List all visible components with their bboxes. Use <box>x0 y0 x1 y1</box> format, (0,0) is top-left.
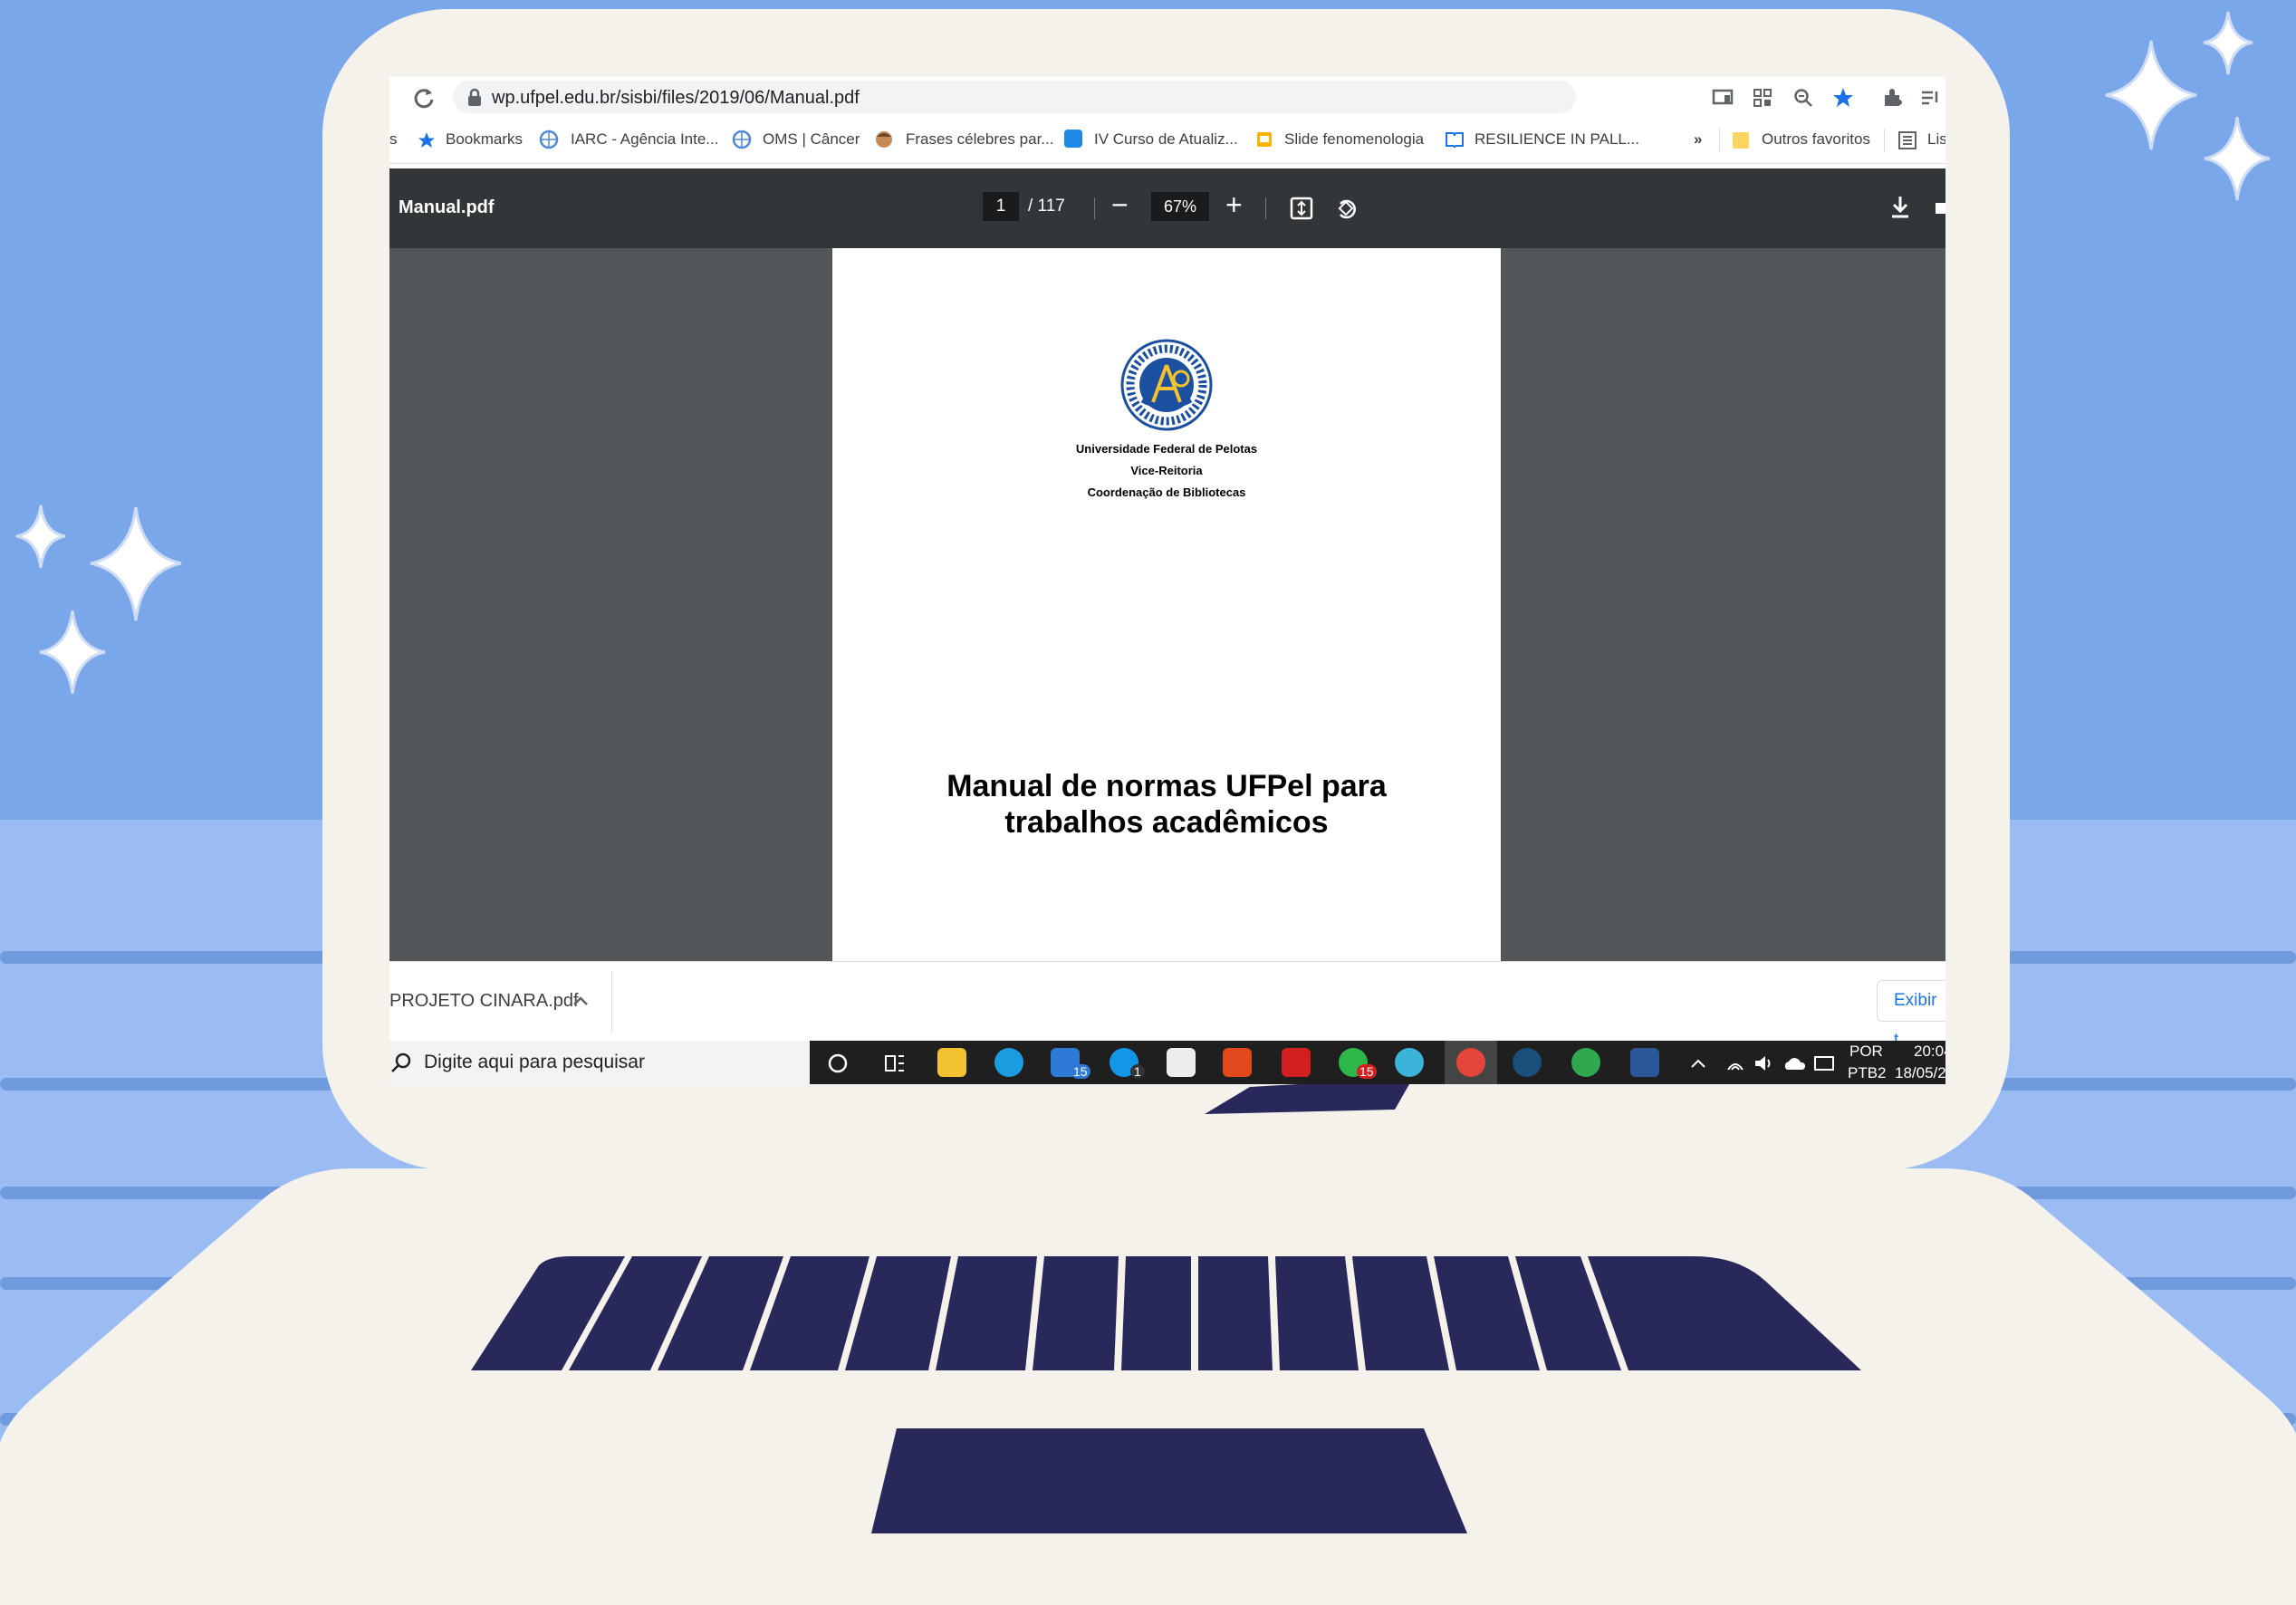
chrome-icon[interactable] <box>1456 1048 1485 1077</box>
bookmark-iv-curso[interactable]: IV Curso de Atualiz... <box>1094 130 1238 149</box>
cortana-icon[interactable] <box>826 1052 850 1075</box>
zoom-in-button[interactable]: + <box>1225 188 1243 222</box>
reading-list[interactable]: Lis <box>1927 130 1945 149</box>
other-favorites[interactable]: Outros favoritos <box>1762 130 1870 149</box>
taskbar-search-box[interactable]: Digite aqui para pesquisar <box>389 1041 810 1084</box>
laptop-base <box>0 1168 2296 1605</box>
institution-name: Universidade Federal de Pelotas <box>1075 442 1258 456</box>
qr-code-icon[interactable] <box>1753 88 1772 108</box>
chevron-up-icon[interactable] <box>1689 1055 1707 1072</box>
url-text[interactable]: wp.ufpel.edu.br/sisbi/files/2019/06/Manu… <box>492 88 860 109</box>
download-icon[interactable] <box>1888 194 1912 221</box>
laptop-screen: wp.ufpel.edu.br/sisbi/files/2019/06/Manu… <box>389 77 1945 1084</box>
whatsapp-badge: 15 <box>1357 1064 1377 1079</box>
qt-app-icon[interactable] <box>1395 1048 1424 1077</box>
folder-icon <box>1733 132 1749 149</box>
ufpel-seal-logo <box>1120 339 1213 431</box>
rotate-icon[interactable] <box>1333 195 1360 222</box>
bookmark-slide[interactable]: Slide fenomenologia <box>1284 130 1424 149</box>
sparkle-icon <box>2203 11 2253 75</box>
total-pages: / 117 <box>1028 197 1065 216</box>
divider <box>1719 129 1720 152</box>
bookmark-iarc[interactable]: IARC - Agência Inte... <box>571 130 718 149</box>
clock-date[interactable]: 18/05/2 <box>1895 1064 1945 1082</box>
search-placeholder: Digite aqui para pesquisar <box>424 1052 645 1072</box>
trackpad <box>871 1428 1467 1533</box>
toolbar-divider <box>1265 197 1266 219</box>
bookmark-star-icon[interactable] <box>1831 86 1855 110</box>
download-divider <box>611 971 612 1033</box>
search-icon <box>391 1052 411 1072</box>
cast-icon[interactable] <box>1712 88 1734 108</box>
mail-badge: 15 <box>1071 1064 1090 1079</box>
page-number-input[interactable]: 1 <box>983 192 1019 221</box>
book-icon <box>1446 132 1464 149</box>
steam-icon[interactable] <box>1513 1048 1542 1077</box>
ee-logo-icon <box>1064 130 1082 148</box>
lock-icon <box>468 88 481 106</box>
reading-list-icon <box>1898 131 1917 149</box>
green-app-icon[interactable] <box>1571 1048 1600 1077</box>
skype-badge: 1 <box>1130 1064 1145 1079</box>
department-2: Coordenação de Bibliotecas <box>1087 485 1246 499</box>
slides-icon <box>1257 132 1272 147</box>
sparkle-icon <box>15 505 66 569</box>
onedrive-icon[interactable] <box>1782 1054 1806 1072</box>
bookmark-bookmarks[interactable]: Bookmarks <box>446 130 523 149</box>
pdf-toolbar: Manual.pdf 1 / 117 − 67% + <box>389 168 1945 248</box>
language-line1[interactable]: POR <box>1849 1043 1883 1061</box>
bookmark-partial[interactable]: s <box>389 130 398 149</box>
zoom-icon[interactable] <box>1793 88 1813 108</box>
wifi-icon[interactable] <box>1725 1053 1745 1073</box>
download-file-name[interactable]: PROJETO CINARA.pdf <box>389 991 579 1012</box>
keyboard <box>471 1256 1861 1370</box>
pdf-page: Universidade Federal de Pelotas Vice-Rei… <box>832 248 1501 961</box>
document-title-line1: Manual de normas UFPel para <box>946 769 1387 803</box>
star-icon <box>418 132 435 148</box>
more-bookmarks-button[interactable]: » <box>1694 130 1702 149</box>
fit-page-icon[interactable] <box>1289 196 1314 221</box>
bookmarks-bar: s Bookmarks IARC - Agência Inte... OMS |… <box>389 118 1945 164</box>
windows-taskbar: Digite aqui para pesquisar 15 1 15 POR P… <box>389 1041 1945 1084</box>
pdf-viewport[interactable]: Universidade Federal de Pelotas Vice-Rei… <box>389 248 1945 961</box>
task-view-icon[interactable] <box>883 1052 907 1075</box>
bookmark-frases[interactable]: Frases célebres par... <box>906 130 1053 149</box>
clock-time[interactable]: 20:04 <box>1914 1043 1945 1061</box>
browser-address-bar: wp.ufpel.edu.br/sisbi/files/2019/06/Manu… <box>389 77 1945 118</box>
edge-icon[interactable] <box>994 1048 1023 1077</box>
reload-icon[interactable] <box>412 86 436 110</box>
sparkle-icon <box>2105 40 2197 150</box>
show-all-button[interactable]: Exibir t <box>1877 980 1945 1050</box>
zoom-out-button[interactable]: − <box>1111 188 1129 222</box>
sparkle-icon <box>2204 116 2271 201</box>
toolbar-divider <box>1094 197 1095 219</box>
document-title-line2: trabalhos acadêmicos <box>1004 805 1329 840</box>
department-1: Vice-Reitoria <box>1130 464 1203 477</box>
store-icon[interactable] <box>1167 1048 1196 1077</box>
acrobat-icon[interactable] <box>1282 1048 1311 1077</box>
bookmark-oms[interactable]: OMS | Câncer <box>763 130 860 149</box>
office-icon[interactable] <box>1223 1048 1252 1077</box>
word-icon[interactable] <box>1630 1048 1659 1077</box>
language-line2[interactable]: PTB2 <box>1848 1064 1887 1082</box>
sparkle-icon <box>39 610 106 695</box>
avatar-icon <box>876 131 892 148</box>
print-icon[interactable] <box>1934 196 1945 219</box>
file-explorer-icon[interactable] <box>937 1048 966 1077</box>
download-bar: PROJETO CINARA.pdf Exibir t <box>389 961 1945 1050</box>
media-control-icon[interactable] <box>1920 88 1942 108</box>
chevron-up-icon[interactable] <box>571 991 591 1011</box>
pdf-file-name: Manual.pdf <box>399 197 495 217</box>
extensions-icon[interactable] <box>1882 88 1902 108</box>
bookmark-resilience[interactable]: RESILIENCE IN PALL... <box>1475 130 1639 149</box>
volume-icon[interactable] <box>1753 1053 1774 1073</box>
zoom-level-input[interactable]: 67% <box>1151 192 1209 221</box>
keyboard-icon[interactable] <box>1813 1055 1835 1072</box>
who-globe-icon <box>732 130 752 149</box>
who-globe-icon <box>539 130 559 149</box>
divider <box>1884 129 1885 152</box>
